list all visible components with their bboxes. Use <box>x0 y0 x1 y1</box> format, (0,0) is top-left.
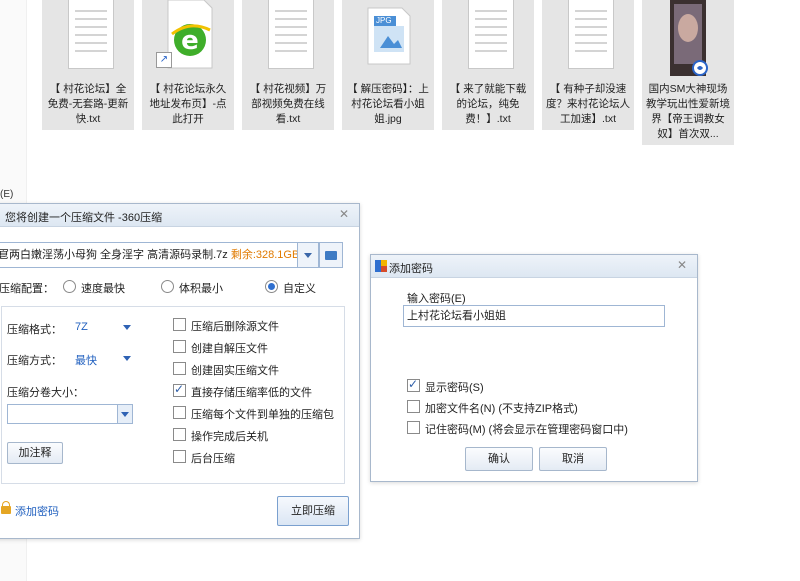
checkbox-label: 压缩后删除源文件 <box>191 321 279 333</box>
add-comment-button[interactable]: 加注释 <box>7 442 63 464</box>
method-label: 压缩方式： <box>7 355 62 367</box>
file-item[interactable]: 【 有种子却没速度？来村花论坛人工加速】.txt <box>542 0 634 130</box>
ok-button[interactable]: 确认 <box>465 447 533 471</box>
checkbox-solid[interactable] <box>173 362 186 375</box>
checkbox-show-password[interactable] <box>407 377 420 392</box>
format-select[interactable]: 7Z <box>75 321 88 333</box>
jpg-file-icon: JPG <box>360 0 416 72</box>
checkbox-separate-archives[interactable] <box>173 406 186 419</box>
compress-now-button[interactable]: 立即压缩 <box>277 496 349 526</box>
password-input-label: 输入密码(E) <box>407 293 466 305</box>
radio-custom[interactable] <box>265 280 278 293</box>
lock-icon <box>1 501 11 514</box>
file-item[interactable]: 【 村花视频】万部视频免费在线看.txt <box>242 0 334 130</box>
file-name: 【 村花论坛】全免费-无套路-更新快.txt <box>47 83 129 125</box>
split-size-dropdown-icon[interactable] <box>117 405 132 423</box>
file-name: 【 有种子却没速度？来村花论坛人工加速】.txt <box>546 83 630 125</box>
config-label: 压缩配置： <box>0 283 54 295</box>
video-thumbnail <box>660 0 716 76</box>
file-name: 【 解压密码】：上村花论坛看小姐姐.jpg <box>347 83 429 125</box>
cancel-button[interactable]: 取消 <box>539 447 607 471</box>
checkbox-background[interactable] <box>173 450 186 463</box>
checkbox-delete-source[interactable] <box>173 318 186 331</box>
add-password-link[interactable]: 添加密码 <box>15 503 59 519</box>
360-zip-app-icon <box>375 260 387 272</box>
ie-shortcut-icon: e ↗ <box>156 0 216 72</box>
compress-dialog: 您将创建一个压缩文件 -360压缩 ✕ 冟两白嫩淫荡小母狗 全身淫字 高清源码录… <box>0 203 360 539</box>
path-history-dropdown[interactable] <box>297 242 319 268</box>
free-space-text: 剩余:328.1GB <box>230 249 299 261</box>
browse-folder-button[interactable] <box>319 242 343 268</box>
checkbox-label: 操作完成后关机 <box>191 431 268 443</box>
file-item[interactable]: e ↗ 【 村花论坛永久地址发布页】-点此打开 <box>142 0 234 130</box>
dialog-title: 您将创建一个压缩文件 -360压缩 <box>5 212 163 224</box>
shortcut-arrow-icon: ↗ <box>156 52 172 68</box>
split-label: 压缩分卷大小： <box>7 387 84 399</box>
file-item[interactable]: JPG 【 解压密码】：上村花论坛看小姐姐.jpg <box>342 0 434 130</box>
checkbox-label: 创建自解压文件 <box>191 343 268 355</box>
text-file-icon <box>460 0 516 72</box>
format-dropdown-arrow-icon[interactable] <box>123 325 131 330</box>
format-label: 压缩格式： <box>7 324 62 336</box>
checkbox-label: 显示密码(S) <box>425 382 484 394</box>
file-name: 【 村花论坛永久地址发布页】-点此打开 <box>149 83 227 125</box>
radio-size-label: 体积最小 <box>179 283 223 295</box>
checkbox-self-extract[interactable] <box>173 340 186 353</box>
text-file-icon <box>60 0 116 72</box>
radio-speed-label: 速度最快 <box>81 283 125 295</box>
file-item[interactable]: 【 村花论坛】全免费-无套路-更新快.txt <box>42 0 134 130</box>
file-name: 【 村花视频】万部视频免费在线看.txt <box>249 83 327 125</box>
checkbox-label: 后台压缩 <box>191 453 235 465</box>
dialog-title: 添加密码 <box>389 263 433 275</box>
checkbox-store-low-ratio[interactable] <box>173 382 186 397</box>
file-name: 【 来了就能下载的论坛，纯免费！】.txt <box>449 83 527 125</box>
close-icon[interactable]: ✕ <box>675 258 689 272</box>
folder-icon <box>325 251 337 260</box>
file-item[interactable]: 国内SM大神现场教学玩出性爱新境界【帝王调教女奴】首次双... <box>642 0 734 145</box>
file-item[interactable]: 【 来了就能下载的论坛，纯免费！】.txt <box>442 0 534 130</box>
checkbox-remember-password[interactable] <box>407 421 420 434</box>
password-dialog: 添加密码 ✕ 输入密码(E) 上村花论坛看小姐姐 显示密码(S) 加密文件名(N… <box>370 254 698 482</box>
radio-speed[interactable] <box>63 280 76 293</box>
method-dropdown-arrow-icon[interactable] <box>123 356 131 361</box>
checkbox-label: 创建固实压缩文件 <box>191 365 279 377</box>
checkbox-shutdown[interactable] <box>173 428 186 441</box>
radio-custom-label: 自定义 <box>283 283 316 295</box>
compress-dialog-titlebar[interactable]: 您将创建一个压缩文件 -360压缩 ✕ <box>0 204 359 227</box>
password-input[interactable]: 上村花论坛看小姐姐 <box>403 305 665 327</box>
archive-path-field[interactable]: 冟两白嫩淫荡小母狗 全身淫字 高清源码录制.7z 剩余:328.1GB <box>0 242 299 268</box>
text-file-icon <box>260 0 316 72</box>
method-select[interactable]: 最快 <box>75 352 97 368</box>
svg-text:e: e <box>181 26 199 56</box>
radio-size[interactable] <box>161 280 174 293</box>
jpg-badge: JPG <box>376 16 392 25</box>
checkbox-label: 压缩每个文件到单独的压缩包 <box>191 409 334 421</box>
close-icon[interactable]: ✕ <box>337 207 351 221</box>
archive-path-text: 冟两白嫩淫荡小母狗 全身淫字 高清源码录制.7z <box>0 249 231 261</box>
password-dialog-titlebar[interactable]: 添加密码 ✕ <box>371 255 697 278</box>
checkbox-label: 直接存储压缩率低的文件 <box>191 387 312 399</box>
file-name: 国内SM大神现场教学玩出性爱新境界【帝王调教女奴】首次双... <box>646 83 730 140</box>
checkbox-label: 加密文件名(N) (不支持ZIP格式) <box>425 403 578 415</box>
split-size-combobox[interactable] <box>7 404 133 424</box>
text-file-icon <box>560 0 616 72</box>
checkbox-encrypt-filenames[interactable] <box>407 400 420 413</box>
checkbox-label: 记住密码(M) (将会显示在管理密码窗口中) <box>425 424 628 436</box>
stray-label: (E) <box>0 189 14 200</box>
